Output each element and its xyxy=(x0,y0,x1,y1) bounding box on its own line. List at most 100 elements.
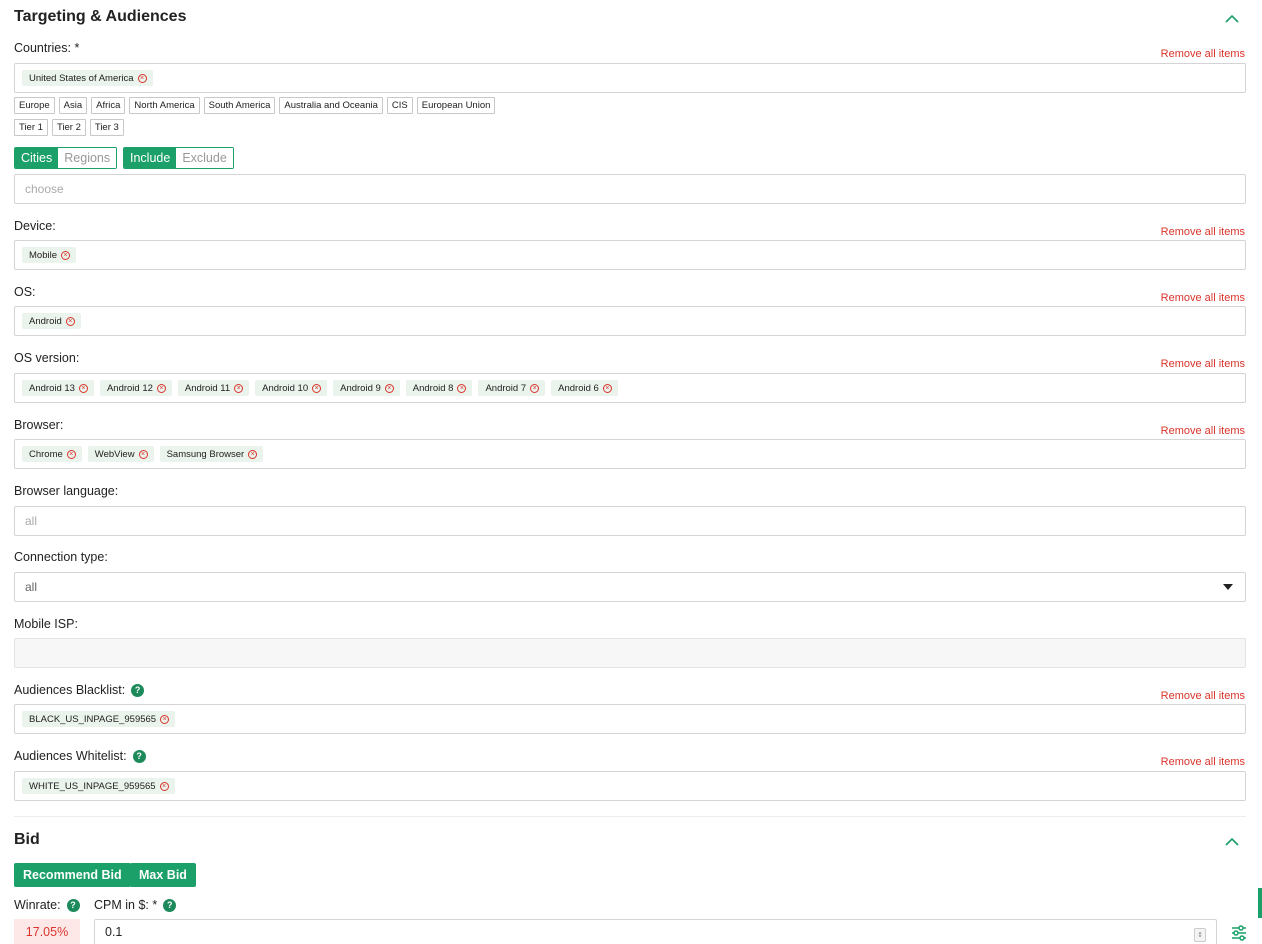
device-tag: Mobile × xyxy=(22,247,76,263)
include-exclude-toggle: Include Exclude xyxy=(123,147,234,169)
browser-language-input[interactable]: all xyxy=(14,506,1246,536)
question-icon[interactable]: ? xyxy=(132,749,146,763)
os-version-tag: Android 7 × xyxy=(478,380,546,396)
close-circle-icon[interactable]: × xyxy=(384,383,394,393)
connection-type-label: Connection type: xyxy=(14,550,108,564)
os-version-remove-all-link[interactable]: Remove all items xyxy=(1161,358,1245,370)
sliders-icon[interactable] xyxy=(1231,925,1247,941)
browser-remove-all-link[interactable]: Remove all items xyxy=(1161,425,1245,437)
tier-chip-2[interactable]: Tier 2 xyxy=(51,119,86,136)
os-version-tag: Android 6 × xyxy=(551,380,618,396)
close-circle-icon[interactable]: × xyxy=(457,383,467,393)
blacklist-remove-all-link[interactable]: Remove all items xyxy=(1161,690,1245,702)
blacklist-tag: BLACK_US_INPAGE_959565 × xyxy=(22,711,176,727)
cpm-input[interactable]: 0.1 ⇕ xyxy=(94,919,1217,944)
audiences-blacklist-label: Audiences Blacklist: ? xyxy=(14,683,145,697)
region-chip-africa[interactable]: Africa xyxy=(91,97,126,114)
close-circle-icon[interactable]: × xyxy=(530,383,540,393)
browser-language-label: Browser language: xyxy=(14,484,119,498)
chevron-up-icon[interactable] xyxy=(1224,11,1240,27)
os-version-tag: Android 10 × xyxy=(255,380,328,396)
mobile-isp-input xyxy=(14,638,1246,668)
os-input[interactable]: Android × xyxy=(14,306,1246,336)
max-bid-button[interactable]: Max Bid xyxy=(130,863,196,887)
audiences-whitelist-label: Audiences Whitelist: ? xyxy=(14,749,146,763)
spinner-icon[interactable]: ⇕ xyxy=(1194,928,1206,942)
browser-input[interactable]: Chrome × WebView × Samsung Browser × xyxy=(14,439,1246,469)
regions-toggle-button[interactable]: Regions xyxy=(58,148,117,168)
recommend-bid-button[interactable]: Recommend Bid xyxy=(14,863,131,887)
region-presets-row-1: Europe Asia Africa North America South A… xyxy=(14,97,496,114)
os-version-tag: Android 12 × xyxy=(99,380,172,396)
question-icon[interactable]: ? xyxy=(163,898,177,912)
cities-regions-toggle: Cities Regions xyxy=(14,147,118,169)
countries-remove-all-link[interactable]: Remove all items xyxy=(1161,48,1245,60)
os-version-tag: Android 8 × xyxy=(405,380,473,396)
section-divider xyxy=(14,816,1246,817)
section-title-targeting: Targeting & Audiences xyxy=(14,8,187,25)
close-circle-icon[interactable]: × xyxy=(138,449,148,459)
whitelist-tag: WHITE_US_INPAGE_959565 × xyxy=(22,778,175,794)
close-circle-icon[interactable]: × xyxy=(312,383,322,393)
whitelist-remove-all-link[interactable]: Remove all items xyxy=(1161,756,1245,768)
cpm-label: CPM in $: * ? xyxy=(94,898,177,912)
chevron-up-icon[interactable] xyxy=(1224,834,1240,850)
close-circle-icon[interactable]: × xyxy=(159,781,169,791)
close-circle-icon[interactable]: × xyxy=(137,73,147,83)
device-label: Device: xyxy=(14,219,56,233)
winrate-value: 17.05% xyxy=(14,919,80,944)
region-chip-european-union[interactable]: European Union xyxy=(416,97,496,114)
question-icon[interactable]: ? xyxy=(66,898,80,912)
close-circle-icon[interactable]: × xyxy=(78,383,88,393)
device-remove-all-link[interactable]: Remove all items xyxy=(1161,226,1245,238)
browser-label: Browser: xyxy=(14,418,64,432)
close-circle-icon[interactable]: × xyxy=(248,449,258,459)
os-version-tag: Android 13 × xyxy=(22,380,94,396)
region-chip-south-america[interactable]: South America xyxy=(203,97,276,114)
winrate-label: Winrate: ? xyxy=(14,898,80,912)
scrollbar-thumb[interactable] xyxy=(1258,888,1262,918)
audiences-whitelist-input[interactable]: WHITE_US_INPAGE_959565 × xyxy=(14,771,1246,801)
device-input[interactable]: Mobile × xyxy=(14,240,1246,270)
os-version-tag: Android 9 × xyxy=(333,380,400,396)
cities-toggle-button[interactable]: Cities xyxy=(15,148,59,168)
close-circle-icon[interactable]: × xyxy=(602,383,612,393)
countries-input[interactable]: United States of America × xyxy=(14,63,1246,93)
close-circle-icon[interactable]: × xyxy=(65,316,75,326)
region-chip-europe[interactable]: Europe xyxy=(14,97,55,114)
exclude-toggle-button[interactable]: Exclude xyxy=(176,148,233,168)
country-tag: United States of America × xyxy=(22,70,153,86)
region-chip-cis[interactable]: CIS xyxy=(386,97,413,114)
os-remove-all-link[interactable]: Remove all items xyxy=(1161,292,1245,304)
browser-language-placeholder: all xyxy=(25,514,38,528)
browser-tag: WebView × xyxy=(87,446,154,462)
countries-label: Countries: * xyxy=(14,41,80,55)
os-tag: Android × xyxy=(22,313,81,329)
cities-input[interactable]: choose xyxy=(14,174,1246,204)
browser-tag: Samsung Browser × xyxy=(159,446,264,462)
os-version-label: OS version: xyxy=(14,351,80,365)
os-label: OS: xyxy=(14,285,36,299)
mobile-isp-label: Mobile ISP: xyxy=(14,617,78,631)
audiences-blacklist-input[interactable]: BLACK_US_INPAGE_959565 × xyxy=(14,704,1246,734)
cities-placeholder: choose xyxy=(25,182,64,196)
close-circle-icon[interactable]: × xyxy=(66,449,76,459)
tier-chip-1[interactable]: Tier 1 xyxy=(14,119,48,136)
os-version-input[interactable]: Android 13 × Android 12 × Android 11 × Andr… xyxy=(14,373,1246,403)
region-chip-north-america[interactable]: North America xyxy=(129,97,200,114)
close-circle-icon[interactable]: × xyxy=(234,383,244,393)
region-chip-asia[interactable]: Asia xyxy=(58,97,88,114)
os-version-tag: Android 11 × xyxy=(177,380,250,396)
close-circle-icon[interactable]: × xyxy=(160,714,170,724)
caret-down-icon xyxy=(1223,584,1233,590)
close-circle-icon[interactable]: × xyxy=(61,250,70,260)
include-toggle-button[interactable]: Include xyxy=(124,148,177,168)
question-icon[interactable]: ? xyxy=(131,683,145,697)
cpm-value: 0.1 xyxy=(105,925,123,939)
section-title-bid: Bid xyxy=(14,831,40,848)
tier-chip-3[interactable]: Tier 3 xyxy=(89,119,124,136)
connection-type-select[interactable]: all xyxy=(14,572,1246,602)
region-chip-australia-oceania[interactable]: Australia and Oceania xyxy=(279,97,383,114)
browser-tag: Chrome × xyxy=(22,446,82,462)
close-circle-icon[interactable]: × xyxy=(156,383,166,393)
